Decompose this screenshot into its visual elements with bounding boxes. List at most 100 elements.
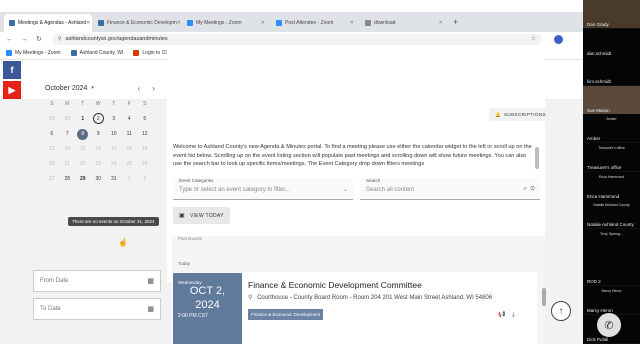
calendar-day[interactable]: 25 <box>122 158 138 170</box>
calendar-icon[interactable]: ▦ <box>147 277 154 285</box>
calendar-day[interactable]: 7 <box>60 128 76 140</box>
scroll-to-top-button[interactable]: ↑ <box>551 301 571 321</box>
calendar-day-number: 20 <box>48 161 55 167</box>
calendar-day[interactable]: 8 <box>75 128 91 140</box>
calendar-day[interactable]: 10 <box>106 128 122 140</box>
search-icon[interactable]: ⌕ ⚙ <box>523 186 535 193</box>
event-time: 2:00 PM CST <box>178 313 209 319</box>
youtube-icon[interactable]: ▶ <box>3 81 21 99</box>
calendar-day[interactable]: 19 <box>137 143 153 155</box>
forward-icon[interactable]: → <box>21 36 28 43</box>
profile-avatar[interactable] <box>553 34 563 44</box>
participant-tile[interactable]: Amber Amber <box>583 114 640 143</box>
bookmark-star-icon[interactable]: ☆ <box>531 36 536 42</box>
calendar-day[interactable]: 1 <box>75 113 91 125</box>
bookmark-item[interactable]: My Meetings - Zoom <box>6 49 61 56</box>
calendar-day[interactable]: 29 <box>75 173 91 185</box>
event-title[interactable]: Finance & Economic Development Committee <box>248 280 422 290</box>
browser-tab[interactable]: My Meetings - Zoom ✕ <box>182 14 270 32</box>
calendar-day[interactable]: 3 <box>106 113 122 125</box>
intro-scrollbar[interactable] <box>535 147 539 169</box>
close-tab-icon[interactable]: ✕ <box>261 20 265 26</box>
calendar-day[interactable]: 4 <box>122 113 138 125</box>
calendar-day[interactable]: 22 <box>75 158 91 170</box>
site-info-icon[interactable]: ⚲ <box>58 36 62 42</box>
close-tab-icon[interactable]: ✕ <box>350 20 354 26</box>
calendar-day[interactable]: 9 <box>91 128 107 140</box>
next-month-icon[interactable]: › <box>152 84 155 93</box>
calendar-day[interactable]: 6 <box>44 128 60 140</box>
subscriptions-button[interactable]: 🔔 SUBSCRIPTIONS <box>489 108 552 121</box>
participant-tile[interactable]: Terry Spreng... <box>583 228 640 257</box>
calendar-day[interactable]: 2 <box>137 173 153 185</box>
to-date-field[interactable]: To Date ▦ <box>33 298 161 320</box>
download-icon[interactable]: ⤓ <box>512 312 515 318</box>
bookmark-item[interactable]: Ashland County, WI <box>70 49 123 56</box>
view-today-button[interactable]: ▣ VIEW TODAY <box>173 207 230 224</box>
calendar-day[interactable]: 11 <box>122 128 138 140</box>
calendar-day[interactable]: 20 <box>44 158 60 170</box>
close-tab-icon[interactable]: ✕ <box>177 20 181 26</box>
calendar-day[interactable]: 28 <box>60 173 76 185</box>
phone-icon[interactable]: ✆ <box>597 313 621 337</box>
megaphone-icon[interactable]: 📢 <box>498 312 505 318</box>
participant-name: ROD 2 <box>587 279 601 285</box>
calendar-day-number: 18 <box>126 146 133 152</box>
participant-tile[interactable]: Dan Grady <box>583 0 640 28</box>
browser-tab[interactable]: Finance & Economic Developm ✕ <box>93 14 181 32</box>
back-icon[interactable]: ← <box>6 36 13 43</box>
close-tab-icon[interactable]: ✕ <box>86 20 90 26</box>
url-field[interactable]: ⚲ ashlandcountywi.gov/agendasandminutes … <box>51 33 542 45</box>
participant-tile[interactable]: Sue Mason <box>583 85 640 114</box>
calendar-day[interactable]: 26 <box>137 158 153 170</box>
calendar-day[interactable]: 30 <box>91 173 107 185</box>
calendar-day[interactable]: 14 <box>60 143 76 155</box>
close-tab-icon[interactable]: ✕ <box>439 20 443 26</box>
event-card[interactable]: Wednesday OCT 2, 2024 2:00 PM CST Financ… <box>172 272 537 344</box>
prev-month-icon[interactable]: ‹ <box>138 84 141 93</box>
month-label[interactable]: October 2024 <box>45 85 87 92</box>
facebook-icon[interactable]: f <box>3 61 21 79</box>
from-date-field[interactable]: From Date ▦ <box>33 270 161 292</box>
calendar-day[interactable]: 15 <box>75 143 91 155</box>
participant-tile[interactable]: Marcy Heron Marcy Heron <box>583 286 640 314</box>
social-links: f ▶ <box>3 61 21 101</box>
month-dropdown-icon[interactable]: ▾ <box>91 85 94 91</box>
browser-tab[interactable]: download ✕ <box>360 14 448 32</box>
calendar-day[interactable]: 5 <box>137 113 153 125</box>
event-category-select[interactable]: Event Categories Type or select an event… <box>173 178 353 200</box>
event-list-scrollbar[interactable] <box>542 288 546 306</box>
search-input[interactable]: Search Search all content ⌕ ⚙ <box>360 178 540 200</box>
calendar-day[interactable]: 31 <box>106 173 122 185</box>
calendar-day[interactable]: 1 <box>122 173 138 185</box>
browser-tab[interactable]: Meetings & Agendas - Ashland ✕ <box>4 14 92 32</box>
event-category-tag[interactable]: Finance & Economic Development <box>248 309 324 320</box>
calendar-day[interactable]: 21 <box>60 158 76 170</box>
new-tab-button[interactable]: + <box>453 17 458 27</box>
calendar-day[interactable]: 16 <box>91 143 107 155</box>
participant-name: dan.schmidt <box>587 50 612 56</box>
calendar-day[interactable]: 13 <box>44 143 60 155</box>
calendar-day[interactable]: 29 <box>44 113 60 125</box>
calendar-day[interactable]: 23 <box>91 158 107 170</box>
participant-tile[interactable]: kim.schmidt <box>583 57 640 86</box>
reload-icon[interactable]: ↻ <box>36 35 42 43</box>
calendar-day[interactable]: 24 <box>106 158 122 170</box>
participant-tile[interactable]: dan.schmidt <box>583 28 640 57</box>
calendar-day[interactable]: 17 <box>106 143 122 155</box>
participant-tile[interactable]: Treasurer's office Treasurer's office <box>583 143 640 171</box>
calendar-day[interactable]: 12 <box>137 128 153 140</box>
chevron-down-icon[interactable]: ⌄ <box>343 186 348 193</box>
browser-tab[interactable]: Post Attendee - Zoom ✕ <box>271 14 359 32</box>
calendar-day-number: 10 <box>110 131 117 137</box>
participant-tile[interactable]: Natalie Ashland County Natalie Ashland Co… <box>583 200 640 229</box>
calendar-day[interactable]: 18 <box>122 143 138 155</box>
calendar-icon[interactable]: ▦ <box>147 305 154 313</box>
calendar-day[interactable]: 2 <box>91 113 107 125</box>
participant-tile[interactable]: ROD 2 <box>583 257 640 286</box>
calendar-day[interactable]: 30 <box>60 113 76 125</box>
participant-tile[interactable]: Erica Hammond Erica Hammond <box>583 171 640 200</box>
calendar-day[interactable]: 27 <box>44 173 60 185</box>
participant-name: Treasurer's office <box>587 165 622 170</box>
calendar-day-number: 8 <box>77 129 89 140</box>
